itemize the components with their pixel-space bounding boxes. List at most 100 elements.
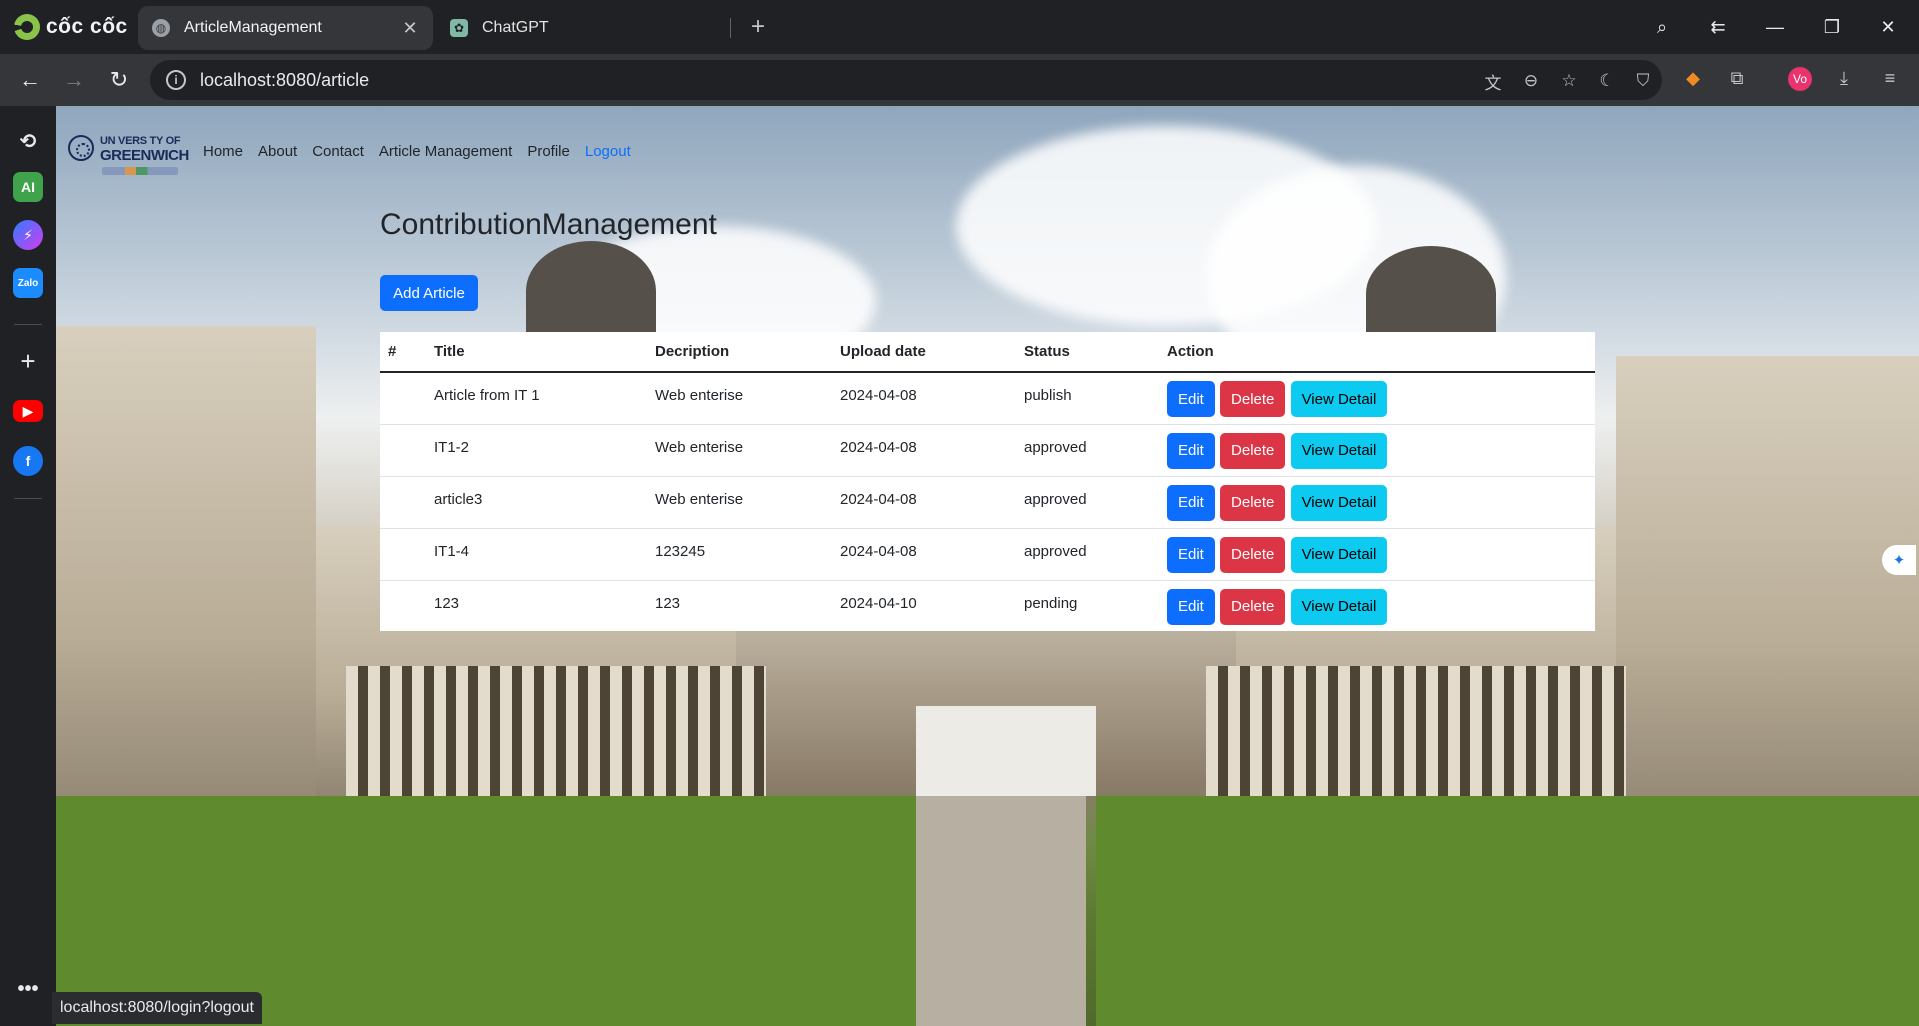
tab-chatgpt[interactable]: ✿ ChatGPT (436, 6, 726, 50)
youtube-icon[interactable]: ▶ (13, 400, 43, 422)
tab-search-icon[interactable]: ⌕ (1644, 10, 1680, 44)
cell-actions: Edit Delete View Detail (1159, 476, 1595, 529)
link-status-bar: localhost:8080/login?logout (52, 992, 262, 1024)
delete-button[interactable]: Delete (1220, 536, 1286, 573)
floating-assistant-icon[interactable]: ✦ (1882, 545, 1916, 575)
cell-description: Web enterise (647, 372, 832, 425)
delete-button[interactable]: Delete (1220, 484, 1286, 521)
site-info-icon[interactable]: i (166, 70, 186, 90)
table-row: article3 Web enterise 2024-04-08 approve… (380, 476, 1595, 529)
tab-title: ArticleManagement (184, 19, 322, 36)
background-colonnade (346, 666, 766, 806)
background-building-left (56, 326, 316, 836)
cell-title: Article from IT 1 (426, 372, 647, 425)
nav-contact[interactable]: Contact (312, 143, 364, 160)
nav-home[interactable]: Home (203, 143, 243, 160)
cell-upload-date: 2024-04-08 (832, 476, 1016, 529)
minimize-button[interactable]: — (1757, 10, 1793, 44)
delete-button[interactable]: Delete (1220, 432, 1286, 469)
background-dome (1366, 246, 1496, 341)
cell-number (380, 476, 426, 529)
profile-avatar[interactable]: Vo (1788, 67, 1812, 91)
table-header-row: # Title Decription Upload date Status Ac… (380, 332, 1595, 373)
cell-description: Web enterise (647, 424, 832, 477)
view-detail-button[interactable]: View Detail (1290, 536, 1388, 573)
cell-status: approved (1016, 528, 1159, 581)
tab-article-management[interactable]: ◍ ArticleManagement ✕ (138, 6, 433, 50)
cell-upload-date: 2024-04-10 (840, 594, 917, 612)
more-icon[interactable]: ••• (13, 974, 43, 1004)
cell-number (380, 372, 426, 425)
url-text[interactable]: localhost:8080/article (200, 70, 369, 91)
delete-button[interactable]: Delete (1220, 381, 1286, 417)
cell-status: approved (1016, 424, 1159, 477)
browser-brand: cốc cốc (14, 12, 128, 42)
browser-tab-strip: cốc cốc ◍ ArticleManagement ✕ ✿ ChatGPT … (0, 0, 1919, 54)
zoom-out-icon[interactable]: ⊖ (1518, 68, 1544, 94)
menu-icon[interactable]: ≡ (1876, 64, 1904, 92)
ai-icon[interactable]: AI (13, 172, 43, 202)
extensions-icon[interactable]: ⧉ (1723, 64, 1751, 92)
close-window-button[interactable]: ✕ (1870, 10, 1906, 44)
header-title: Title (426, 332, 647, 373)
header-description: Decription (647, 332, 832, 373)
facebook-icon[interactable]: f (13, 446, 43, 476)
history-icon[interactable]: ⟲ (13, 126, 43, 156)
cell-upload-date: 2024-04-08 (832, 424, 1016, 477)
table-row: IT1-4 123245 2024-04-08 approved Edit De… (380, 528, 1595, 581)
cell-title: 123 (434, 594, 460, 612)
header-number: # (380, 332, 426, 373)
messenger-icon[interactable]: ⚡ (13, 220, 43, 250)
nav-article-management[interactable]: Article Management (379, 143, 512, 160)
cell-number (380, 424, 426, 477)
background-path (916, 796, 1086, 1026)
delete-button[interactable]: Delete (1220, 588, 1286, 625)
view-detail-button[interactable]: View Detail (1290, 432, 1388, 469)
site-navbar: UN VERS TY OF GREENWICH Home About Conta… (68, 133, 631, 183)
browser-toolbar: ← → ↻ i localhost:8080/article 文 ⊖ ☆ ☾ ⛉ (0, 54, 1919, 106)
nav-profile[interactable]: Profile (527, 143, 570, 160)
metamask-icon[interactable]: ◆ (1679, 64, 1707, 92)
tab-title: ChatGPT (482, 19, 549, 36)
download-icon[interactable]: ⤓ (1830, 64, 1858, 92)
back-arrows-icon[interactable]: ⇇ (1700, 10, 1736, 44)
edit-button[interactable]: Edit (1167, 432, 1215, 469)
zalo-icon[interactable]: Zalo (13, 268, 43, 298)
cell-status: pending (1024, 594, 1078, 612)
bookmark-star-icon[interactable]: ☆ (1556, 68, 1582, 94)
restore-button[interactable]: ❐ (1814, 10, 1850, 44)
forward-button[interactable]: → (58, 64, 90, 96)
nav-links: Home About Contact Article Management Pr… (203, 143, 631, 160)
view-detail-button[interactable]: View Detail (1290, 588, 1388, 625)
table-row: Article from IT 1 Web enterise 2024-04-0… (380, 372, 1595, 425)
translate-icon[interactable]: 文 (1480, 68, 1506, 94)
new-tab-button[interactable]: + (744, 13, 772, 41)
edit-button[interactable]: Edit (1167, 588, 1215, 625)
view-detail-button[interactable]: View Detail (1290, 381, 1388, 417)
edit-button[interactable]: Edit (1167, 536, 1215, 573)
address-bar[interactable]: i localhost:8080/article 文 ⊖ ☆ ☾ ⛉ (150, 60, 1662, 100)
header-status: Status (1016, 332, 1159, 373)
cell-title: IT1-2 (426, 424, 647, 477)
articles-table: # Title Decription Upload date Status Ac… (380, 332, 1595, 631)
cell-number (380, 580, 426, 632)
edit-button[interactable]: Edit (1167, 381, 1215, 417)
cell-upload-date: 2024-04-08 (832, 528, 1016, 581)
close-tab-icon[interactable]: ✕ (399, 17, 421, 39)
nav-about[interactable]: About (258, 143, 297, 160)
cell-upload-date: 2024-04-08 (832, 372, 1016, 425)
plus-icon[interactable]: + (13, 346, 43, 376)
nav-logout[interactable]: Logout (585, 143, 631, 160)
shield-icon[interactable]: ⛉ (1630, 68, 1656, 94)
university-logo[interactable]: UN VERS TY OF GREENWICH (68, 133, 189, 183)
reload-button[interactable]: ↻ (103, 64, 135, 96)
chatgpt-icon: ✿ (450, 19, 468, 37)
view-detail-button[interactable]: View Detail (1290, 484, 1388, 521)
back-button[interactable]: ← (14, 64, 46, 96)
edit-button[interactable]: Edit (1167, 484, 1215, 521)
cell-status: publish (1016, 372, 1159, 425)
add-article-button[interactable]: Add Article (380, 275, 478, 311)
cell-actions: Edit Delete View Detail (1159, 580, 1595, 632)
cell-number (380, 528, 426, 581)
dark-mode-icon[interactable]: ☾ (1594, 68, 1620, 94)
